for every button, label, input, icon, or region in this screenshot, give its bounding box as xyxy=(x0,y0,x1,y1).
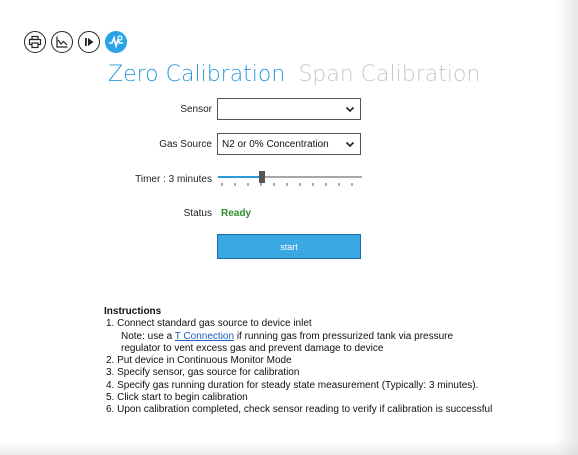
gas-source-select[interactable]: N2 or 0% Concentration xyxy=(217,133,361,155)
tab-zero-calibration[interactable]: Zero Calibration xyxy=(108,62,285,87)
sensor-label: Sensor xyxy=(180,104,212,115)
instruction-step-3: 3. Specify sensor, gas source for calibr… xyxy=(106,367,300,379)
status-value: Ready xyxy=(221,208,252,219)
calibration-tabs: Zero Calibration Span Calibration xyxy=(108,62,480,87)
note-prefix: Note: use a xyxy=(121,330,175,342)
instructions-panel: Instructions 1. Connect standard gas sou… xyxy=(104,306,492,417)
sensor-select[interactable] xyxy=(217,98,361,120)
timer-slider-ticks xyxy=(221,183,353,186)
window-shadow-bottom xyxy=(0,441,578,455)
timer-label: Timer : 3 minutes xyxy=(135,174,212,185)
timer-slider-track xyxy=(218,171,362,186)
tab-span-calibration[interactable]: Span Calibration xyxy=(298,62,480,87)
window-shadow-right xyxy=(556,0,578,455)
instruction-step-6: 6. Upon calibration completed, check sen… xyxy=(106,404,493,416)
instruction-step-4: 4. Specify gas running duration for stea… xyxy=(106,379,479,391)
start-button[interactable]: start xyxy=(217,234,361,259)
timer-slider[interactable] xyxy=(218,171,362,191)
play-icon xyxy=(85,38,94,46)
toolbar xyxy=(24,31,127,53)
t-connection-link[interactable]: T Connection xyxy=(175,331,234,342)
instruction-note: Note: use a T Connection if running gas … xyxy=(104,331,492,343)
print-button[interactable] xyxy=(24,31,46,53)
instructions-title: Instructions xyxy=(104,306,162,317)
gas-source-select-value: N2 or 0% Concentration xyxy=(222,138,329,150)
chart-icon xyxy=(56,36,68,48)
chart-button[interactable] xyxy=(51,31,73,53)
instruction-note-line-2: regulator to vent excess gas and prevent… xyxy=(121,342,384,354)
status-label: Status xyxy=(183,208,212,219)
instruction-step-5: 5. Click start to begin calibration xyxy=(106,392,248,404)
gas-source-label: Gas Source xyxy=(159,139,212,150)
timer-slider-thumb[interactable] xyxy=(259,171,265,183)
note-suffix: if running gas from pressurized tank via… xyxy=(234,330,454,342)
chevron-down-icon xyxy=(345,106,355,113)
instruction-step-2: 2. Put device in Continuous Monitor Mode xyxy=(106,355,292,367)
calibration-button[interactable] xyxy=(105,31,127,53)
print-icon xyxy=(28,35,42,49)
chevron-down-icon xyxy=(345,141,355,148)
calibration-page: Zero Calibration Span Calibration Sensor… xyxy=(0,0,578,455)
calibration-icon xyxy=(109,35,123,49)
play-button[interactable] xyxy=(78,31,100,53)
instruction-step-1: 1. Connect standard gas source to device… xyxy=(106,318,312,330)
